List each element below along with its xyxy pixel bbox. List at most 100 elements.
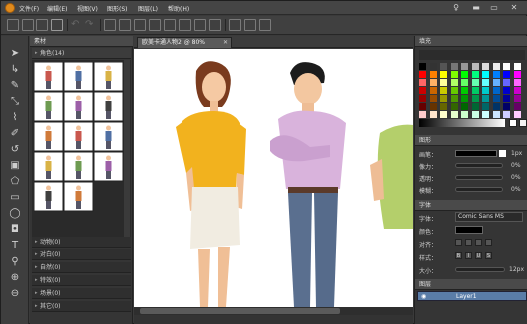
category-animals[interactable]: 动物(0): [32, 237, 131, 248]
print-icon[interactable]: [51, 19, 63, 31]
polygon-icon[interactable]: ⬠: [9, 176, 21, 188]
lasso-icon[interactable]: ↺: [9, 144, 21, 156]
color-swatch[interactable]: [482, 71, 489, 78]
cartoon-woman[interactable]: [176, 61, 246, 307]
color-swatch[interactable]: [513, 87, 521, 94]
color-swatch[interactable]: [450, 95, 458, 102]
color-swatch[interactable]: [482, 87, 489, 94]
color-swatch[interactable]: [471, 103, 479, 110]
pen-tool-icon[interactable]: ✎: [9, 80, 21, 92]
menu-file[interactable]: 文件(F): [19, 4, 39, 13]
opacity-slider[interactable]: [455, 175, 503, 180]
color-swatch[interactable]: [503, 111, 510, 118]
align-left-icon[interactable]: [455, 239, 462, 246]
font-color-swatch[interactable]: [455, 226, 483, 234]
color-swatch[interactable]: [513, 71, 521, 78]
category-scenes[interactable]: 场景(0): [32, 288, 131, 299]
zoom-in-icon[interactable]: ⊕: [9, 272, 21, 284]
color-swatch[interactable]: [429, 103, 437, 110]
maximize-button[interactable]: ▭: [487, 2, 501, 13]
minimize-button[interactable]: ▬: [469, 2, 483, 13]
horizontal-scrollbar[interactable]: [134, 307, 413, 315]
color-swatch[interactable]: [461, 87, 468, 94]
menu-help[interactable]: 帮助(H): [168, 4, 189, 13]
color-swatch[interactable]: [450, 87, 458, 94]
color-swatch[interactable]: [513, 79, 521, 86]
color-swatch[interactable]: [450, 71, 458, 78]
color-swatch[interactable]: [492, 63, 500, 70]
thumbnail-scrollbar[interactable]: [124, 60, 130, 244]
color-swatch[interactable]: [513, 111, 521, 118]
color-swatch[interactable]: [440, 63, 447, 70]
eyedropper-icon[interactable]: ⚲: [9, 256, 21, 268]
speech-bubble-icon[interactable]: ◘: [9, 224, 21, 236]
color-swatch[interactable]: [471, 87, 479, 94]
underline-button[interactable]: U: [475, 252, 482, 259]
color-swatch[interactable]: [450, 79, 458, 86]
category-characters[interactable]: 角色(14): [32, 48, 131, 59]
color-swatch[interactable]: [471, 71, 479, 78]
color-swatch[interactable]: [503, 87, 510, 94]
drawing-canvas[interactable]: [134, 49, 413, 307]
undo-icon[interactable]: ↶: [71, 19, 83, 31]
scrollbar-thumb[interactable]: [140, 308, 340, 314]
group-icon[interactable]: [104, 19, 116, 31]
menu-shape[interactable]: 图形(S): [107, 4, 128, 13]
document-tab[interactable]: 欧美卡通人物2 @ 80% ✕: [137, 37, 232, 48]
color-swatch[interactable]: [503, 103, 510, 110]
color-swatch[interactable]: [471, 95, 479, 102]
color-swatch[interactable]: [419, 95, 426, 102]
bezier-icon[interactable]: ⤡: [9, 96, 21, 108]
rotate-icon[interactable]: [259, 19, 271, 31]
no-fill-icon[interactable]: [519, 119, 527, 127]
font-size-slider[interactable]: [455, 267, 505, 272]
italic-button[interactable]: I: [465, 252, 472, 259]
menu-layer[interactable]: 图层(L): [138, 4, 158, 13]
brush-white-swatch[interactable]: [499, 150, 506, 157]
ellipse-icon[interactable]: ◯: [9, 208, 21, 220]
color-swatch[interactable]: [492, 111, 500, 118]
open-folder-icon[interactable]: [36, 19, 48, 31]
cartoon-man[interactable]: [270, 62, 346, 307]
align-icon[interactable]: [194, 19, 206, 31]
color-swatch[interactable]: [429, 79, 437, 86]
color-swatch[interactable]: [482, 63, 489, 70]
new-doc-icon[interactable]: [22, 19, 34, 31]
distribute-icon[interactable]: [209, 19, 221, 31]
node-edit-icon[interactable]: ↳: [9, 64, 21, 76]
color-swatch[interactable]: [450, 103, 458, 110]
align-center-icon[interactable]: [465, 239, 472, 246]
color-swatch[interactable]: [429, 63, 437, 70]
new-file-icon[interactable]: [7, 19, 19, 31]
color-swatch[interactable]: [450, 63, 458, 70]
fill-type-bar[interactable]: [419, 50, 525, 60]
color-swatch[interactable]: [482, 111, 489, 118]
character-thumbnails[interactable]: [34, 62, 129, 212]
color-swatch[interactable]: [440, 103, 447, 110]
menu-view[interactable]: 视图(V): [77, 4, 98, 13]
color-swatch[interactable]: [513, 63, 521, 70]
rectangle-icon[interactable]: ▭: [9, 192, 21, 204]
text-tool-icon[interactable]: T: [9, 240, 21, 252]
send-back-icon[interactable]: [149, 19, 161, 31]
color-swatch[interactable]: [482, 79, 489, 86]
bring-front-icon[interactable]: [134, 19, 146, 31]
ungroup-icon[interactable]: [119, 19, 131, 31]
color-swatch[interactable]: [419, 79, 426, 86]
color-swatch[interactable]: [461, 111, 468, 118]
category-other[interactable]: 其它(0): [32, 301, 131, 312]
flip-horizontal-icon[interactable]: [229, 19, 241, 31]
color-swatch[interactable]: [450, 111, 458, 118]
color-swatch[interactable]: [492, 103, 500, 110]
color-swatch[interactable]: [429, 111, 437, 118]
feather-slider[interactable]: [455, 163, 503, 168]
color-swatch[interactable]: [429, 87, 437, 94]
color-swatch[interactable]: [503, 79, 510, 86]
color-swatch[interactable]: [429, 95, 437, 102]
category-nature[interactable]: 自然(0): [32, 262, 131, 273]
select-arrow-icon[interactable]: ➤: [9, 48, 21, 60]
color-swatch[interactable]: [461, 71, 468, 78]
redo-icon[interactable]: ↷: [85, 19, 97, 31]
close-tab-icon[interactable]: ✕: [223, 38, 228, 48]
color-swatch[interactable]: [482, 103, 489, 110]
